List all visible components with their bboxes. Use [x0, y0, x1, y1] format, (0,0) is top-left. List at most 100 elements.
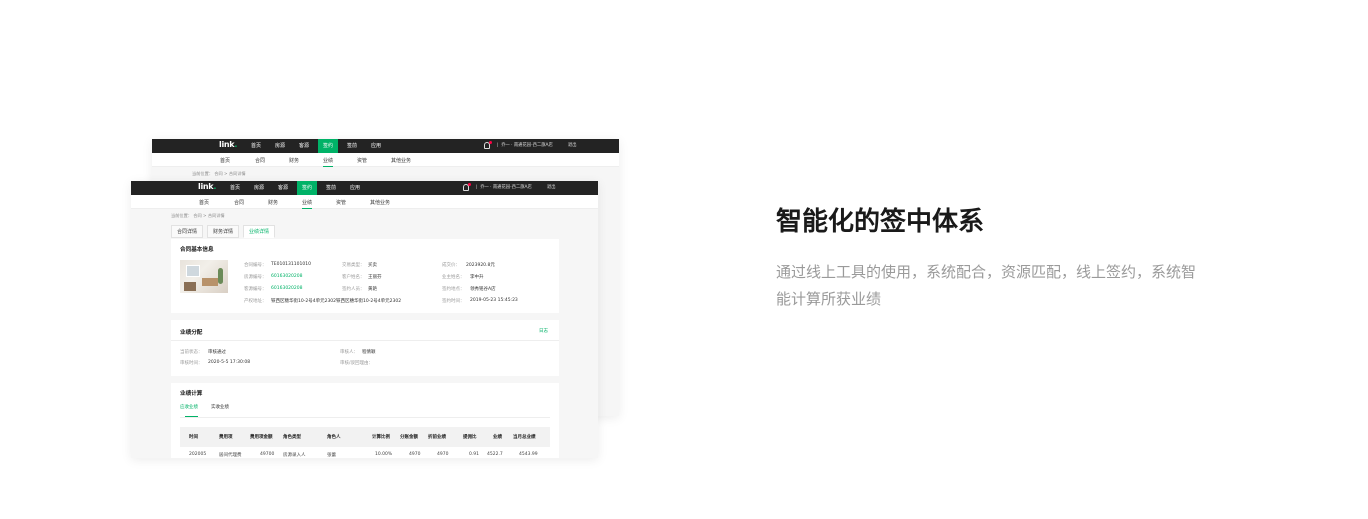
- col-split-amount: 分账金额: [400, 435, 418, 440]
- property-address: 铁西区糖华街10-2号4单元2302铁西区穗华街10-2号4单元2302: [271, 299, 402, 304]
- client-no-link[interactable]: 60163020208: [271, 286, 303, 291]
- feature-description: 通过线上工具的使用，系统配合，资源匹配，线上签约，系统智能计算所获业绩: [776, 263, 1197, 308]
- back-subnav-other[interactable]: 其他业务: [391, 157, 411, 164]
- col-fee-amount: 费用项金额: [250, 435, 273, 440]
- signer-label: 签约人员：: [342, 287, 365, 292]
- allocation-title: 业绩分配: [180, 330, 203, 336]
- status-label: 当前状态：: [180, 350, 203, 355]
- cell-role-type: 房源录入人: [283, 453, 306, 458]
- status-value: 审核通过: [208, 350, 226, 355]
- subnav-contract[interactable]: 合同: [234, 199, 244, 206]
- owner-name: 李中升: [470, 275, 484, 280]
- back-nav-client[interactable]: 客源: [299, 142, 309, 149]
- reviewer-label: 审核人：: [340, 350, 358, 355]
- cell-fee-item: 居间代理费: [219, 453, 242, 458]
- nav-house[interactable]: 房源: [254, 184, 264, 191]
- back-topbar: link. 首页 房源 客源 签约 签前 应用 | 乔一 · 南通花园-西二旗A…: [152, 139, 619, 153]
- address-label: 产权地址：: [244, 299, 267, 304]
- subnav-performance[interactable]: 业绩: [302, 199, 313, 209]
- back-breadcrumb: 当前位置： 合同 > 合同详情: [192, 171, 246, 176]
- back-logout-link[interactable]: 退出: [568, 142, 577, 148]
- nav-client[interactable]: 客源: [278, 184, 288, 191]
- review-time-label: 审核时间：: [180, 361, 203, 366]
- back-nav-house[interactable]: 房源: [275, 142, 285, 149]
- feature-section: link. 首页 房源 客源 签约 签前 应用 | 乔一 · 南通花园-西二旗A…: [0, 0, 1368, 519]
- log-link[interactable]: 日志: [539, 328, 548, 334]
- col-role-type: 角色类型: [283, 435, 301, 440]
- cell-split-amount: 4970: [409, 452, 421, 457]
- back-nav-apps[interactable]: 应用: [371, 142, 381, 149]
- cell-role-person: 张蕾: [327, 453, 336, 458]
- sign-place-label: 签约地点：: [442, 287, 465, 292]
- col-pre-discount: 折前业绩: [428, 435, 446, 440]
- col-monthly-total: 当月总业绩: [513, 435, 536, 440]
- tab-contract-detail[interactable]: 合同详情: [171, 225, 204, 238]
- review-note-label: 审核/驳回理由：: [340, 361, 374, 366]
- tab-performance-detail[interactable]: 业绩详情: [243, 225, 276, 238]
- deal-type: 买卖: [368, 263, 377, 268]
- col-role-person: 角色人: [327, 435, 341, 440]
- calc-tab-divider: [180, 417, 550, 418]
- tab-receivable[interactable]: 应收业绩: [180, 404, 198, 410]
- owner-label: 业主姓名：: [442, 275, 465, 280]
- back-subnav-home[interactable]: 首页: [220, 157, 230, 164]
- signer-name: 黄艳: [368, 287, 377, 292]
- front-topbar: link. 首页 房源 客源 签约 签前 应用 | 乔一 · 南通花园-西二旗A…: [131, 181, 598, 195]
- subnav-other[interactable]: 其他业务: [370, 199, 390, 206]
- cell-monthly-total: 4543.99: [519, 452, 538, 457]
- sign-time: 2019-05-23 15:45:23: [470, 298, 518, 303]
- back-subnav: 首页 合同 财务 业绩 资管 其他业务: [152, 153, 619, 167]
- back-subnav-assets[interactable]: 资管: [357, 157, 367, 164]
- back-nav-sign[interactable]: 签约: [318, 139, 339, 153]
- nav-apps[interactable]: 应用: [350, 184, 360, 191]
- cell-performance: 4522.7: [487, 452, 503, 457]
- subnav-finance[interactable]: 财务: [268, 199, 278, 206]
- calc-title: 业绩计算: [180, 391, 203, 397]
- tab-finance-detail[interactable]: 财务详情: [207, 225, 240, 238]
- notification-bell-icon[interactable]: [463, 183, 471, 191]
- client-no-label: 客源编号：: [244, 287, 267, 292]
- back-subnav-contract[interactable]: 合同: [255, 157, 265, 164]
- col-fee-item: 费用项: [219, 435, 233, 440]
- cell-pre-discount: 4970: [437, 452, 449, 457]
- back-nav-presign[interactable]: 签前: [347, 142, 357, 149]
- subnav: 首页 合同 财务 业绩 资管 其他业务: [131, 195, 598, 209]
- back-subnav-finance[interactable]: 财务: [289, 157, 299, 164]
- sign-time-label: 签约时间：: [442, 299, 465, 304]
- house-no-link[interactable]: 60163020208: [271, 274, 303, 279]
- allocation-card: [171, 320, 559, 376]
- sign-place: 领秀铭谷A店: [470, 287, 496, 292]
- bell-icon[interactable]: [484, 141, 492, 149]
- cell-commission-rate: 0.91: [469, 452, 480, 457]
- col-performance: 业绩: [493, 435, 502, 440]
- logout-link[interactable]: 退出: [547, 184, 556, 190]
- nav-home[interactable]: 首页: [230, 184, 240, 191]
- col-commission-rate: 提佣比: [463, 435, 477, 440]
- deal-price: 2023920.8元: [466, 263, 495, 268]
- cell-fee-amount: 49700: [260, 452, 275, 457]
- nav-sign[interactable]: 签约: [297, 181, 318, 195]
- front-logo: link.: [198, 182, 217, 191]
- deal-type-label: 交易类型：: [342, 263, 365, 268]
- subnav-home[interactable]: 首页: [199, 199, 209, 206]
- customer-name: 王丽芬: [368, 275, 382, 280]
- house-no-label: 房源编号：: [244, 275, 267, 280]
- contract-no-label: 合同编号：: [244, 263, 267, 268]
- subnav-assets[interactable]: 资管: [336, 199, 346, 206]
- back-nav-home[interactable]: 首页: [251, 142, 261, 149]
- contract-info-title: 合同基本信息: [180, 247, 214, 253]
- cell-ratio: 10.00%: [375, 452, 393, 457]
- back-logo: link.: [219, 140, 238, 149]
- back-user-info: | 乔一 · 南通花园-西二旗A店: [497, 143, 553, 148]
- review-time: 2020-5-5 17:30:08: [208, 360, 251, 365]
- nav-presign[interactable]: 签前: [326, 184, 336, 191]
- reviewer-name: 程倩颖: [362, 350, 376, 355]
- back-subnav-performance[interactable]: 业绩: [323, 157, 334, 167]
- house-photo[interactable]: [180, 260, 228, 293]
- allocation-divider: [171, 340, 559, 341]
- col-ratio: 计算比例: [372, 435, 390, 440]
- feature-heading: 智能化的签中体系: [776, 207, 985, 237]
- tab-received[interactable]: 实收业绩: [211, 404, 229, 410]
- breadcrumb: 当前位置： 合同 > 合同详情: [171, 213, 225, 218]
- deal-price-label: 成交价：: [442, 263, 460, 268]
